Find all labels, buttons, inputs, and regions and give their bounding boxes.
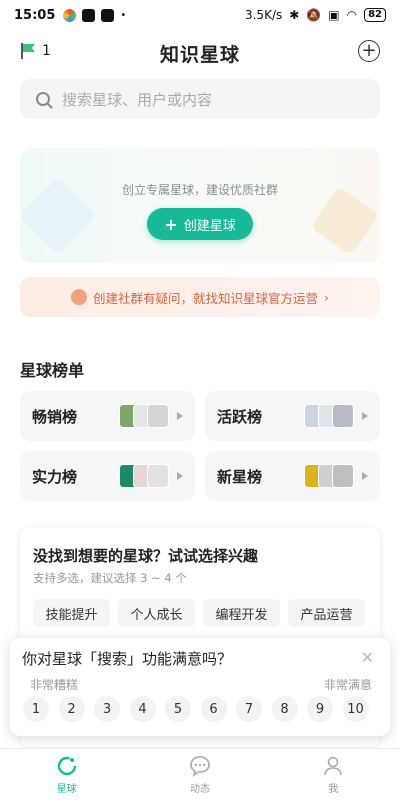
- ranking-bestseller[interactable]: 畅销榜: [20, 391, 195, 441]
- create-planet-button[interactable]: + 创建星球: [147, 208, 253, 240]
- status-time: 15:05: [14, 7, 56, 23]
- rating-option[interactable]: 5: [165, 696, 191, 722]
- planet-avatar: [147, 404, 169, 428]
- rating-option[interactable]: 10: [342, 696, 369, 722]
- tab-label: 星球: [56, 783, 77, 795]
- planet-avatar: [332, 404, 354, 428]
- battery-icon: 82: [364, 8, 386, 22]
- more-dot-icon: •: [120, 9, 127, 21]
- interest-chip[interactable]: 产品运营: [288, 599, 365, 627]
- arrow-right-icon: [362, 412, 368, 420]
- tab-feed[interactable]: 动态: [133, 749, 266, 800]
- add-button[interactable]: +: [358, 40, 380, 62]
- satisfaction-survey: 你对星球「搜索」功能满意吗？ ✕ 非常糟糕 非常满意 1 2 3 4 5 6 7…: [10, 638, 390, 736]
- arrow-right-icon: [177, 472, 183, 480]
- ranking-label: 畅销榜: [32, 407, 78, 426]
- interest-question: 没找到想要的星球？试试选择兴趣: [33, 547, 259, 565]
- tab-me[interactable]: 我: [267, 749, 400, 800]
- interest-chip[interactable]: 个人成长: [118, 599, 195, 627]
- arrow-right-icon: [177, 412, 183, 420]
- survey-question: 你对星球「搜索」功能满意吗？: [22, 650, 233, 668]
- ranking-active[interactable]: 活跃榜: [205, 391, 380, 441]
- bluetooth-icon: ✱: [289, 8, 300, 22]
- tab-label: 动态: [189, 783, 210, 795]
- rating-option[interactable]: 3: [94, 696, 120, 722]
- survey-low-label: 非常糟糕: [30, 678, 79, 692]
- tab-planet[interactable]: 星球: [0, 749, 133, 800]
- create-planet-card: 创立专属星球，建设优质社群 + 创建星球: [20, 148, 380, 263]
- help-text: 创建社群有疑问，就找知识星球官方运营: [92, 290, 318, 306]
- search-placeholder: 搜索星球、用户或内容: [62, 90, 213, 109]
- app-header: 1 知识星球 +: [0, 34, 400, 70]
- rating-option[interactable]: 7: [236, 696, 262, 722]
- app-icon: [101, 8, 115, 22]
- sim-icon: ▣: [328, 8, 340, 22]
- search-icon: [36, 92, 50, 106]
- create-tagline: 创立专属星球，建设优质社群: [121, 183, 278, 197]
- planet-avatar: [147, 464, 169, 488]
- chat-bubble-icon: [190, 755, 210, 777]
- plus-icon: +: [361, 40, 377, 61]
- rating-scale: 1 2 3 4 5 6 7 8 9 10: [23, 696, 369, 722]
- ranking-label: 新星榜: [217, 467, 263, 486]
- page-title: 知识星球: [159, 44, 240, 66]
- network-speed: 3.5K/s: [244, 8, 283, 22]
- create-button-label: 创建星球: [183, 218, 236, 234]
- tab-label: 我: [328, 783, 339, 795]
- ranking-strength[interactable]: 实力榜: [20, 451, 195, 501]
- status-bar: 15:05 • 3.5K/s ✱ 🔕 ▣ ◠ 82: [0, 0, 400, 30]
- help-icon: [70, 289, 87, 305]
- interest-hint: 支持多选，建议选择 3 ~ 4 个: [33, 571, 187, 585]
- interest-chip[interactable]: 编程开发: [203, 599, 280, 627]
- arrow-right-icon: [362, 472, 368, 480]
- mute-icon: 🔕: [306, 8, 322, 22]
- rating-option[interactable]: 6: [200, 696, 227, 722]
- tiktok-icon: [82, 8, 96, 22]
- wifi-icon: ◠: [346, 8, 358, 22]
- chevron-right-icon: ›: [324, 289, 329, 305]
- rating-option[interactable]: 2: [58, 696, 85, 722]
- planet-icon: [57, 756, 76, 775]
- user-icon: [324, 756, 343, 775]
- search-input[interactable]: 搜索星球、用户或内容: [20, 79, 380, 119]
- help-banner[interactable]: 创建社群有疑问，就找知识星球官方运营 ›: [20, 277, 380, 317]
- rankings-title: 星球榜单: [20, 361, 85, 380]
- rating-option[interactable]: 8: [271, 696, 298, 722]
- ranking-label: 实力榜: [32, 467, 78, 486]
- interest-chip[interactable]: 技能提升: [33, 599, 110, 627]
- survey-high-label: 非常满意: [323, 678, 372, 692]
- ranking-new-star[interactable]: 新星榜: [205, 451, 380, 501]
- ranking-label: 活跃榜: [217, 407, 263, 426]
- app-notification-icon: [63, 8, 77, 22]
- rating-option[interactable]: 1: [23, 696, 49, 722]
- plus-icon: +: [164, 214, 178, 234]
- rating-option[interactable]: 4: [129, 696, 156, 722]
- close-icon[interactable]: ✕: [361, 648, 374, 667]
- rating-option[interactable]: 9: [307, 696, 333, 722]
- planet-avatar: [332, 464, 354, 488]
- bottom-tab-bar: 星球 动态 我: [0, 748, 400, 800]
